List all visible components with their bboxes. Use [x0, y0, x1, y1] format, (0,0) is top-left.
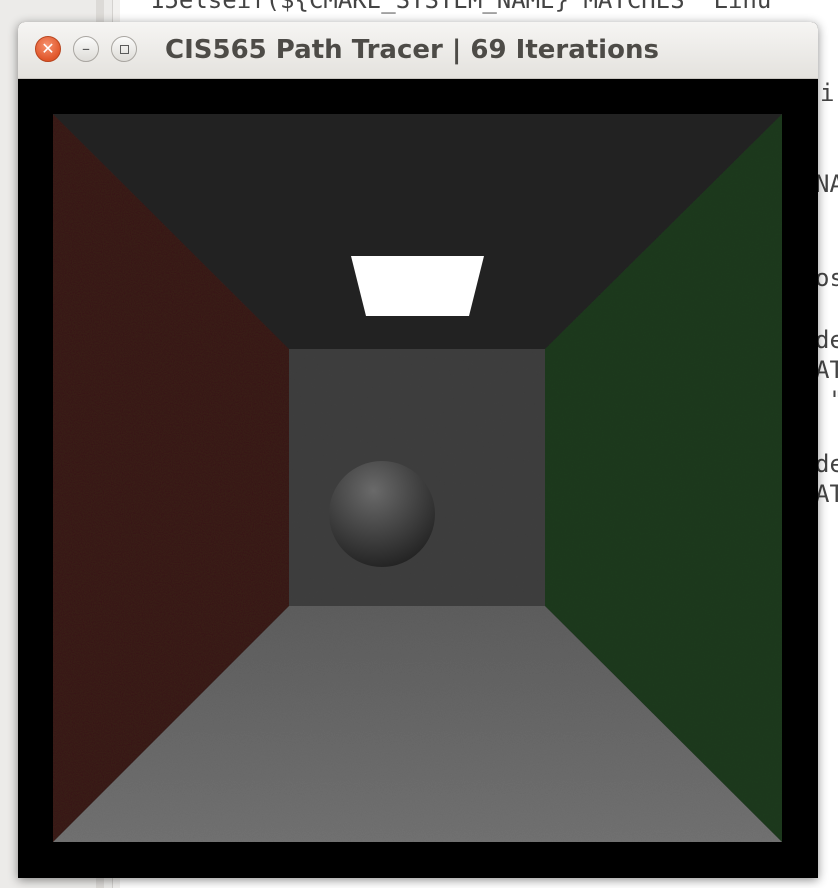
minimize-icon: –: [82, 39, 90, 58]
window-title: CIS565 Path Tracer | 69 Iterations: [165, 35, 659, 65]
close-button[interactable]: ✕: [35, 36, 61, 62]
cornell-box-render: [53, 114, 782, 842]
code-line: de: [815, 450, 838, 478]
sphere: [329, 461, 435, 567]
code-line: de: [815, 326, 838, 354]
code-line: 15elseif(${CMAKE_SYSTEM_NAME} MATCHES "L…: [150, 0, 772, 14]
maximize-icon: [119, 44, 129, 54]
code-line: ": [815, 386, 838, 414]
code-line: i: [820, 79, 835, 107]
window-titlebar[interactable]: ✕ – CIS565 Path Tracer | 69 Iterations: [18, 22, 818, 79]
code-line: AT: [815, 480, 838, 508]
maximize-button[interactable]: [111, 36, 137, 62]
code-line: AT: [815, 356, 838, 384]
minimize-button[interactable]: –: [73, 36, 99, 62]
ceiling-light: [351, 256, 484, 316]
path-tracer-window: ✕ – CIS565 Path Tracer | 69 Iterations: [18, 22, 818, 878]
render-canvas[interactable]: [18, 79, 818, 878]
close-icon: ✕: [41, 39, 55, 58]
code-line: NA: [815, 170, 838, 198]
code-line: os: [815, 264, 838, 292]
